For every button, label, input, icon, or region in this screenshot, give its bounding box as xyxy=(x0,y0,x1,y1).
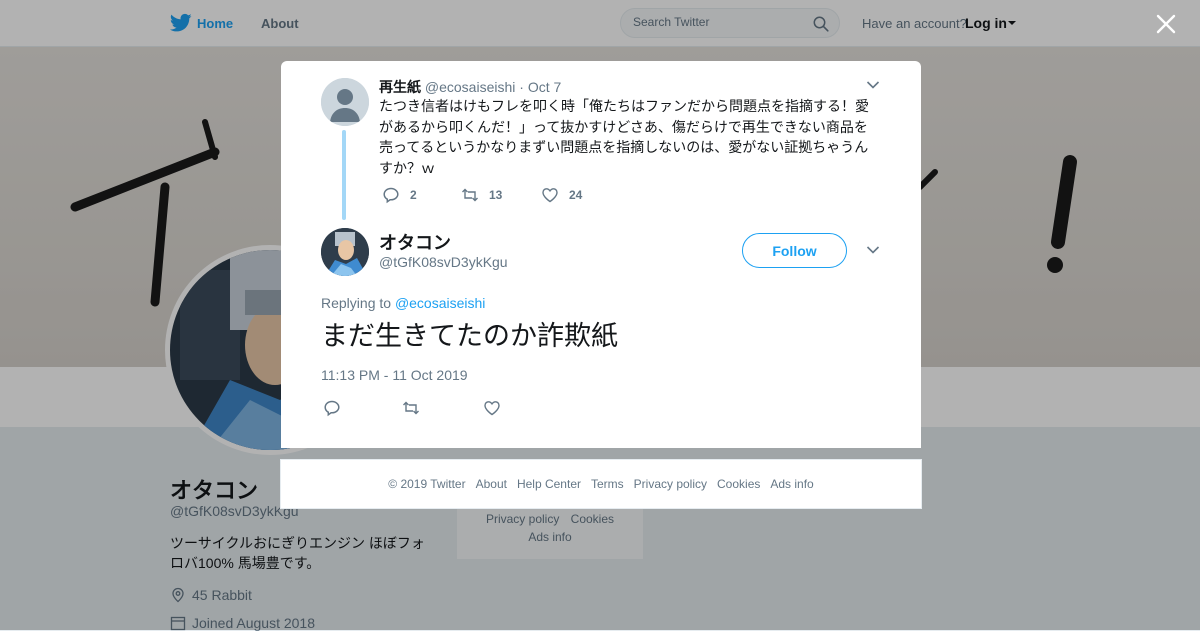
close-icon[interactable] xyxy=(1155,13,1177,35)
parent-reply-action[interactable]: 2 xyxy=(382,186,417,204)
retweet-icon[interactable] xyxy=(402,399,420,417)
like-icon[interactable] xyxy=(483,399,501,417)
reply-icon xyxy=(383,187,399,204)
replying-to-link[interactable]: @ecosaiseishi xyxy=(395,295,485,311)
footer-copyright: © 2019 Twitter xyxy=(388,477,466,491)
parent-like-action[interactable]: 24 xyxy=(541,186,582,204)
parent-like-count: 24 xyxy=(569,188,583,202)
footer-help-center-link[interactable]: Help Center xyxy=(517,477,581,491)
replying-to-prefix: Replying to xyxy=(321,295,392,311)
main-tweet-handle[interactable]: @tGfK08svD3ykKgu xyxy=(379,254,508,270)
retweet-icon xyxy=(462,188,478,202)
main-tweet-avatar[interactable] xyxy=(321,228,369,276)
main-tweet-timestamp[interactable]: 11:13 PM - 11 Oct 2019 xyxy=(321,367,468,383)
parent-tweet-separator: · xyxy=(519,79,524,95)
footer-terms-link[interactable]: Terms xyxy=(591,477,624,491)
parent-tweet-avatar[interactable] xyxy=(321,78,369,126)
tweet-modal: 再生紙 @ecosaiseishi · Oct 7 たつき信者はけもフレを叩く時… xyxy=(281,61,921,448)
footer-about-link[interactable]: About xyxy=(476,477,507,491)
footer-ads-info-link[interactable]: Ads info xyxy=(770,477,813,491)
parent-tweet-handle[interactable]: @ecosaiseishi xyxy=(425,79,515,95)
parent-tweet-date[interactable]: Oct 7 xyxy=(528,79,561,95)
parent-retweet-action[interactable]: 13 xyxy=(461,186,502,204)
main-tweet-name[interactable]: オタコン xyxy=(379,229,451,255)
main-tweet-text: まだ生きてたのか詐欺紙 xyxy=(321,321,618,351)
replying-to: Replying to @ecosaiseishi xyxy=(321,295,485,311)
footer-privacy-link[interactable]: Privacy policy xyxy=(634,477,707,491)
like-icon xyxy=(542,188,558,203)
chevron-down-icon[interactable] xyxy=(866,245,880,255)
follow-button[interactable]: Follow xyxy=(742,233,847,268)
reply-icon[interactable] xyxy=(323,399,341,417)
modal-footer: © 2019 Twitter About Help Center Terms P… xyxy=(280,459,922,509)
parent-tweet-text: たつき信者はけもフレを叩く時「俺たちはファンだから問題点を指摘する！愛があるから… xyxy=(379,98,869,176)
parent-tweet-name[interactable]: 再生紙 xyxy=(379,79,421,95)
thread-connector-line xyxy=(342,130,346,220)
footer-cookies-link[interactable]: Cookies xyxy=(717,477,760,491)
parent-retweet-count: 13 xyxy=(489,188,503,202)
parent-tweet-header: 再生紙 @ecosaiseishi · Oct 7 xyxy=(379,77,561,97)
chevron-down-icon[interactable] xyxy=(866,80,880,90)
parent-reply-count: 2 xyxy=(410,188,417,202)
